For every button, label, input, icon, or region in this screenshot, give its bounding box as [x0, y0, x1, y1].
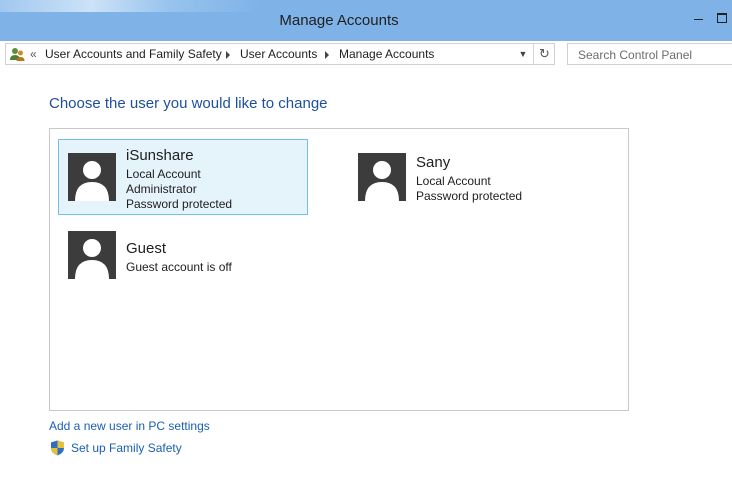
maximize-button[interactable]	[712, 8, 732, 28]
account-role: Administrator	[126, 182, 197, 196]
user-silhouette-icon	[68, 153, 116, 201]
minimize-icon	[693, 18, 703, 20]
breadcrumb-user-accounts[interactable]: User Accounts	[240, 47, 317, 61]
address-bar[interactable]: « User Accounts and Family Safety User A…	[5, 43, 555, 65]
minimize-button[interactable]	[688, 8, 708, 28]
account-type: Local Account	[126, 167, 201, 181]
uac-shield-icon	[51, 440, 64, 456]
title-bar: Manage Accounts	[0, 0, 732, 41]
maximize-icon	[717, 13, 727, 23]
breadcrumb-user-accounts-and-family-safety[interactable]: User Accounts and Family Safety	[45, 47, 222, 61]
family-safety-link[interactable]: Set up Family Safety	[71, 441, 182, 455]
account-type: Local Account	[416, 174, 491, 188]
back-chevrons[interactable]: «	[30, 47, 37, 61]
refresh-button[interactable]: ↻	[533, 44, 555, 64]
account-name: Guest	[126, 240, 167, 257]
search-input[interactable]	[576, 46, 730, 64]
breadcrumb-separator-icon[interactable]	[226, 51, 230, 59]
user-silhouette-icon	[358, 153, 406, 201]
window-title: Manage Accounts	[279, 12, 399, 29]
account-status: Guest account is off	[126, 260, 232, 274]
account-name: iSunshare	[126, 147, 194, 164]
add-new-user-link[interactable]: Add a new user in PC settings	[49, 419, 210, 433]
breadcrumb-manage-accounts[interactable]: Manage Accounts	[339, 47, 434, 61]
users-control-panel-icon	[10, 48, 25, 61]
chevron-down-icon: ▼	[518, 49, 528, 59]
title-bar-decoration	[0, 0, 260, 12]
account-name: Sany	[416, 154, 451, 171]
account-tile-isunshare[interactable]: iSunshare Local Account Administrator Pa…	[58, 139, 308, 215]
accounts-list: iSunshare Local Account Administrator Pa…	[49, 128, 629, 411]
account-tile-sany[interactable]: Sany Local Account Password protected	[348, 146, 598, 222]
breadcrumb-separator-icon[interactable]	[325, 51, 329, 59]
account-password-status: Password protected	[416, 189, 523, 203]
user-silhouette-icon	[68, 231, 116, 279]
account-password-status: Password protected	[126, 197, 233, 211]
page-heading: Choose the user you would like to change	[49, 95, 328, 112]
search-box[interactable]	[567, 43, 732, 65]
address-history-dropdown[interactable]: ▼	[513, 44, 533, 64]
refresh-icon: ↻	[539, 46, 550, 61]
account-tile-guest[interactable]: Guest Guest account is off	[58, 227, 308, 303]
